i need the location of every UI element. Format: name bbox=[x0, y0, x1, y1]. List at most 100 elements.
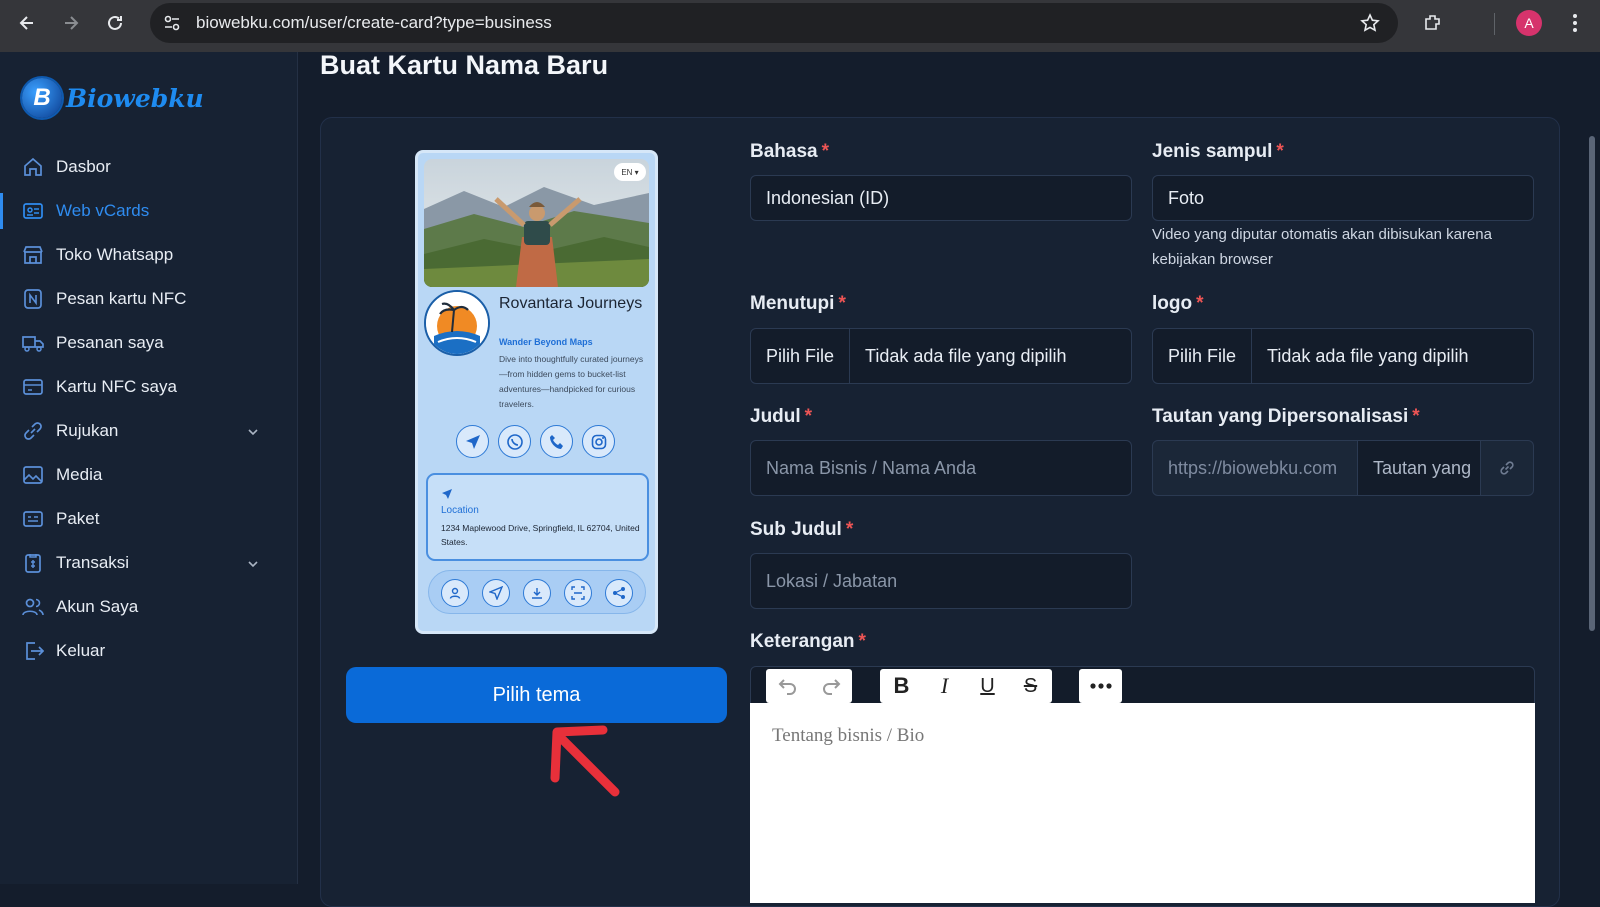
id-card-icon bbox=[22, 200, 44, 222]
reload-icon[interactable] bbox=[102, 10, 128, 36]
logo-file-name: Tidak ada file yang dipilih bbox=[1267, 345, 1469, 366]
sidebar-item-label: Paket bbox=[56, 509, 100, 528]
sub-judul-input[interactable]: Lokasi / Jabatan bbox=[750, 553, 1132, 609]
logo-choose-file-button[interactable]: Pilih File bbox=[1153, 329, 1253, 383]
location-card: Location 1234 Maplewood Drive, Springfie… bbox=[426, 473, 649, 561]
jenis-sampul-label: Jenis sampul * bbox=[1152, 141, 1284, 162]
sidebar-item-label: Pesanan saya bbox=[56, 333, 164, 352]
sidebar-item-media[interactable]: Media bbox=[0, 453, 298, 497]
chevron-down-icon bbox=[246, 424, 260, 438]
sidebar-item-kartu-nfc-saya[interactable]: Kartu NFC saya bbox=[0, 365, 298, 409]
sub-judul-label: Sub Judul * bbox=[750, 519, 854, 540]
sidebar-item-pesan-kartu-nfc[interactable]: Pesan kartu NFC bbox=[0, 277, 298, 321]
tautan-input[interactable]: Tautan yang bbox=[1358, 441, 1480, 495]
store-icon bbox=[22, 244, 44, 266]
whatsapp-icon[interactable] bbox=[498, 425, 531, 458]
underline-icon[interactable]: U bbox=[966, 669, 1009, 703]
bahasa-label: Bahasa * bbox=[750, 141, 830, 162]
sidebar-item-label: Keluar bbox=[56, 641, 106, 660]
home-icon bbox=[22, 156, 44, 178]
link-icon bbox=[22, 420, 44, 442]
toolbar-divider bbox=[1494, 13, 1495, 35]
url-text: biowebku.com/user/create-card?type=busin… bbox=[196, 13, 552, 32]
tautan-label: Tautan yang Dipersonalisasi * bbox=[1152, 406, 1420, 427]
sidebar-item-label: Akun Saya bbox=[56, 597, 139, 616]
image-icon bbox=[22, 464, 44, 486]
instagram-icon[interactable] bbox=[582, 425, 615, 458]
link-icon[interactable] bbox=[1480, 441, 1533, 495]
forward-icon[interactable] bbox=[58, 10, 84, 36]
site-settings-icon[interactable] bbox=[162, 13, 182, 33]
contact-icon[interactable] bbox=[441, 579, 469, 607]
share-icon[interactable] bbox=[605, 579, 633, 607]
logo-text: Biowebku bbox=[66, 83, 204, 113]
package-icon bbox=[22, 508, 44, 530]
receipt-icon bbox=[22, 552, 44, 574]
sidebar-item-transaksi[interactable]: Transaksi bbox=[0, 541, 298, 585]
page-title: Buat Kartu Nama Baru bbox=[320, 50, 609, 80]
sidebar-item-toko-whatsapp[interactable]: Toko Whatsapp bbox=[0, 233, 298, 277]
sidebar-item-label: Media bbox=[56, 465, 103, 484]
preview-tagline: Wander Beyond Maps bbox=[499, 337, 593, 347]
choose-theme-button[interactable]: Pilih tema bbox=[346, 667, 727, 723]
bookmark-star-icon[interactable] bbox=[1360, 13, 1380, 33]
sidebar-item-label: Transaksi bbox=[56, 553, 130, 572]
phone-icon[interactable] bbox=[540, 425, 573, 458]
send-icon[interactable] bbox=[456, 425, 489, 458]
logo-mark-icon: B bbox=[22, 78, 62, 118]
sidebar-item-pesanan-saya[interactable]: Pesanan saya bbox=[0, 321, 298, 365]
sidebar-item-akun-saya[interactable]: Akun Saya bbox=[0, 585, 298, 629]
page-scrollbar[interactable] bbox=[1589, 136, 1595, 631]
chevron-down-icon bbox=[246, 556, 260, 570]
keterangan-editor[interactable]: Tentang bisnis / Bio bbox=[750, 703, 1535, 903]
cover-image bbox=[424, 159, 649, 287]
sidebar-menu: Dasbor Web vCards Toko Whatsapp Pesan kartu… bbox=[0, 145, 298, 673]
sidebar-item-paket[interactable]: Paket bbox=[0, 497, 298, 541]
logo-file-input[interactable]: Pilih File Tidak ada file yang dipilih bbox=[1152, 328, 1534, 384]
sidebar-item-keluar[interactable]: Keluar bbox=[0, 629, 298, 673]
download-icon[interactable] bbox=[523, 579, 551, 607]
sidebar-item-label: Kartu NFC saya bbox=[56, 377, 177, 396]
menutupi-file-input[interactable]: Pilih File Tidak ada file yang dipilih bbox=[750, 328, 1132, 384]
undo-icon[interactable] bbox=[766, 669, 809, 703]
more-options-icon[interactable] bbox=[1079, 669, 1122, 703]
more-menu-icon[interactable] bbox=[1562, 10, 1588, 36]
share-location-icon[interactable] bbox=[482, 579, 510, 607]
keterangan-label: Keterangan * bbox=[750, 631, 866, 652]
italic-icon[interactable]: I bbox=[923, 669, 966, 703]
judul-input[interactable]: Nama Bisnis / Nama Anda bbox=[750, 440, 1132, 496]
browser-toolbar: biowebku.com/user/create-card?type=busin… bbox=[0, 0, 1600, 52]
language-pill[interactable]: EN ▾ bbox=[614, 163, 646, 181]
preview-description: Dive into thoughtfully curated journeys—… bbox=[499, 354, 644, 409]
preview-business-name: Rovantara Journeys bbox=[499, 295, 643, 312]
jenis-sampul-help: Video yang diputar otomatis akan dibisuk… bbox=[1152, 226, 1492, 268]
preview-action-bar bbox=[428, 570, 646, 614]
theme-preview: EN ▾ Rovantara Journeys Wander Beyond Ma… bbox=[415, 150, 658, 634]
judul-label: Judul * bbox=[750, 406, 813, 427]
menutupi-label: Menutupi * bbox=[750, 293, 846, 314]
brand-logo[interactable]: B Biowebku bbox=[22, 78, 204, 118]
bahasa-select[interactable]: Indonesian (ID) bbox=[750, 175, 1132, 221]
extensions-icon[interactable] bbox=[1420, 10, 1446, 36]
back-icon[interactable] bbox=[14, 10, 40, 36]
card-icon bbox=[22, 376, 44, 398]
nfc-icon bbox=[22, 288, 44, 310]
sidebar-item-web-vcards[interactable]: Web vCards bbox=[0, 189, 298, 233]
logout-icon bbox=[22, 640, 44, 662]
profile-avatar[interactable]: A bbox=[1516, 10, 1542, 36]
jenis-sampul-select[interactable]: Foto bbox=[1152, 175, 1534, 221]
qr-scan-icon[interactable] bbox=[564, 579, 592, 607]
menutupi-file-name: Tidak ada file yang dipilih bbox=[865, 345, 1067, 366]
redo-icon[interactable] bbox=[809, 669, 852, 703]
bold-icon[interactable]: B bbox=[880, 669, 923, 703]
sidebar-item-rujukan[interactable]: Rujukan bbox=[0, 409, 298, 453]
location-address: 1234 Maplewood Drive, Springfield, IL 62… bbox=[441, 523, 640, 547]
address-bar[interactable]: biowebku.com/user/create-card?type=busin… bbox=[150, 3, 1398, 43]
sidebar-item-label: Dasbor bbox=[56, 157, 111, 176]
sidebar-item-label: Web vCards bbox=[56, 201, 150, 220]
sidebar-item-dasbor[interactable]: Dasbor bbox=[0, 145, 298, 189]
strikethrough-icon[interactable]: S bbox=[1009, 669, 1052, 703]
tautan-prefix: https://biowebku.com bbox=[1153, 441, 1358, 495]
menutupi-choose-file-button[interactable]: Pilih File bbox=[751, 329, 851, 383]
language-pill-label: EN bbox=[621, 167, 633, 177]
